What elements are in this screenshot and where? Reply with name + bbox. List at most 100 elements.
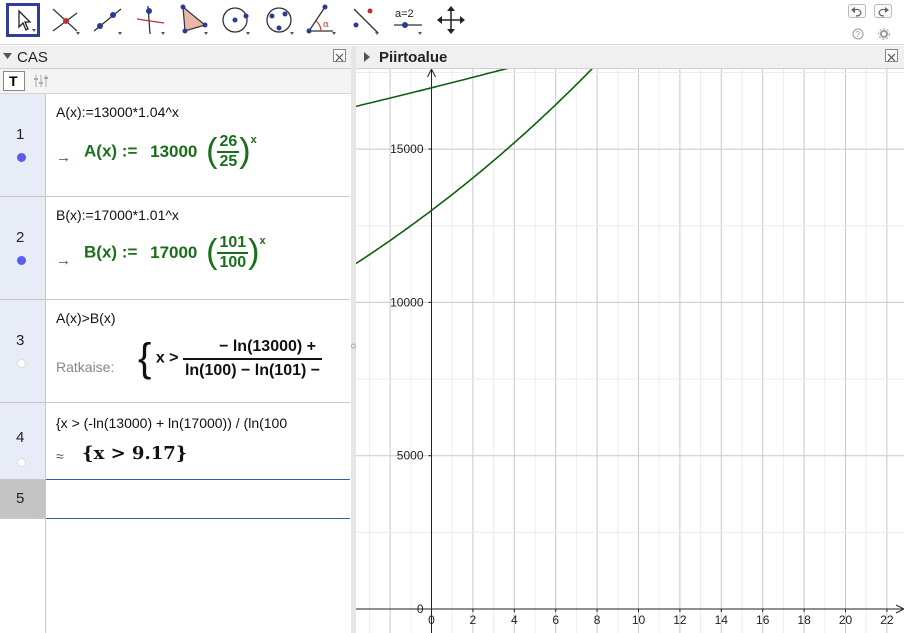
output-denominator: ln(100) − ln(101) − <box>184 361 321 379</box>
ellipse-tool-icon <box>266 7 294 35</box>
cas-close-button[interactable] <box>333 49 346 62</box>
cas-input[interactable]: A(x)>B(x) <box>56 310 116 326</box>
output-variable: x > <box>155 349 179 367</box>
cas-view-header: CAS <box>0 46 351 69</box>
output-numerator: 26 <box>217 133 240 153</box>
move-tool-icon <box>18 9 36 32</box>
cas-output: {x > 9.17} <box>82 443 188 464</box>
cas-rows: 1 A(x):=13000*1.04^x → A(x) := 13000 (26… <box>0 94 350 633</box>
cas-row-3[interactable]: A(x)>B(x) Ratkaise: { x > − ln(13000) + l… <box>46 300 350 403</box>
x-tick-label: 2 <box>470 613 477 627</box>
x-tick-label: 20 <box>839 613 853 627</box>
approx-symbol: ≈ <box>56 448 64 464</box>
line-tool[interactable] <box>91 3 125 37</box>
visibility-dot-icon[interactable] <box>17 359 26 368</box>
svg-text:?: ? <box>856 30 861 39</box>
graphics-view[interactable]: 0246810121416182022050001000015000200002… <box>356 69 904 633</box>
y-tick-label: 0 <box>417 602 424 616</box>
keyboard-settings-button[interactable] <box>30 71 52 91</box>
ellipse-tool[interactable] <box>263 3 297 37</box>
circle-tool[interactable] <box>219 3 253 37</box>
cas-input[interactable]: A(x):=13000*1.04^x <box>56 104 179 120</box>
expand-triangle-icon[interactable] <box>364 52 371 62</box>
cas-output: A(x) := 13000 (26 25)x <box>84 132 257 170</box>
polygon-tool[interactable] <box>177 3 211 37</box>
text-style-button[interactable]: T <box>3 71 25 91</box>
reflect-tool-icon <box>353 8 379 35</box>
undo-button[interactable] <box>848 4 866 18</box>
row-header-4[interactable]: 4 <box>0 403 45 480</box>
cas-output: B(x) := 17000 (101 100)x <box>84 233 266 271</box>
row-header-2[interactable]: 2 <box>0 197 45 300</box>
output-arrow: → <box>56 252 71 269</box>
undo-icon <box>851 7 862 17</box>
toolbar: α a=2 ? <box>0 0 904 45</box>
solve-label: Ratkaise: <box>56 359 115 375</box>
x-tick-label: 6 <box>552 613 559 627</box>
row-header-5[interactable]: 5 <box>0 480 45 519</box>
output-numerator: − ln(13000) + <box>182 338 323 360</box>
perpendicular-line-tool[interactable] <box>134 3 168 37</box>
angle-symbol: α <box>323 20 329 30</box>
axes <box>356 69 904 633</box>
graphics-close-button[interactable] <box>885 49 898 62</box>
move-tool[interactable] <box>6 3 40 37</box>
sliders-icon <box>34 75 48 87</box>
cas-input[interactable]: {x > (-ln(13000) + ln(17000)) / (ln(100 <box>56 415 287 431</box>
output-denominator: 100 <box>219 253 247 271</box>
close-icon <box>887 53 896 62</box>
output-arrow: → <box>56 149 71 166</box>
tick-labels: 0246810121416182022050001000015000200002… <box>390 142 894 627</box>
output-exponent: x <box>259 235 266 247</box>
cas-style-bar: T <box>0 69 351 94</box>
slider-tool[interactable]: a=2 <box>391 3 425 37</box>
angle-tool[interactable]: α <box>305 3 339 37</box>
row-number: 3 <box>16 332 25 349</box>
x-tick-label: 16 <box>756 613 770 627</box>
point-tool[interactable] <box>49 3 83 37</box>
grid <box>356 69 904 633</box>
text-style-label: T <box>9 73 18 89</box>
collapse-triangle-icon[interactable] <box>3 53 12 60</box>
output-exponent: x <box>250 134 257 146</box>
function-curve-A <box>356 69 593 265</box>
row-number: 2 <box>16 229 25 246</box>
line-tool-icon <box>93 8 122 35</box>
reflect-tool[interactable] <box>348 3 382 37</box>
visibility-dot-icon[interactable] <box>17 458 26 467</box>
x-tick-label: 22 <box>880 613 894 627</box>
settings-gear-icon[interactable] <box>878 27 890 40</box>
cas-input-row-5[interactable] <box>46 479 350 519</box>
cas-row-1[interactable]: A(x):=13000*1.04^x → A(x) := 13000 (26 25… <box>46 94 350 197</box>
x-tick-label: 12 <box>673 613 687 627</box>
row-header-1[interactable]: 1 <box>0 94 45 197</box>
x-tick-label: 18 <box>797 613 811 627</box>
close-icon <box>335 53 344 62</box>
cas-input[interactable]: B(x):=17000*1.01^x <box>56 207 179 223</box>
row-number: 1 <box>16 126 25 143</box>
graphics-view-header: Piirtoalue <box>356 46 904 69</box>
redo-button[interactable] <box>874 4 892 18</box>
output-coefficient: 13000 <box>150 141 198 161</box>
help-icon[interactable]: ? <box>852 27 864 40</box>
output-brace: { <box>138 336 152 380</box>
point-tool-icon <box>52 8 80 35</box>
function-curves <box>356 69 593 265</box>
row-header-3[interactable]: 3 <box>0 300 45 403</box>
output-coefficient: 17000 <box>150 242 198 262</box>
x-tick-label: 4 <box>511 613 518 627</box>
row-number: 4 <box>16 429 25 446</box>
y-tick-label: 5000 <box>397 449 424 463</box>
move-graphics-view-tool[interactable] <box>434 3 468 37</box>
visibility-dot-icon[interactable] <box>17 153 26 162</box>
redo-icon <box>878 7 889 17</box>
y-tick-label: 15000 <box>390 142 424 156</box>
cas-output: { x > − ln(13000) + ln(100) − ln(101) − <box>138 336 323 381</box>
visibility-dot-icon[interactable] <box>17 256 26 265</box>
polygon-tool-icon <box>180 4 208 35</box>
cas-view-title: CAS <box>17 49 48 66</box>
cas-row-4[interactable]: {x > (-ln(13000) + ln(17000)) / (ln(100 … <box>46 403 350 480</box>
output-function-name: A(x) := <box>84 141 138 161</box>
slider-tool-label: a=2 <box>395 8 414 20</box>
cas-row-2[interactable]: B(x):=17000*1.01^x → B(x) := 17000 (101 1… <box>46 197 350 300</box>
